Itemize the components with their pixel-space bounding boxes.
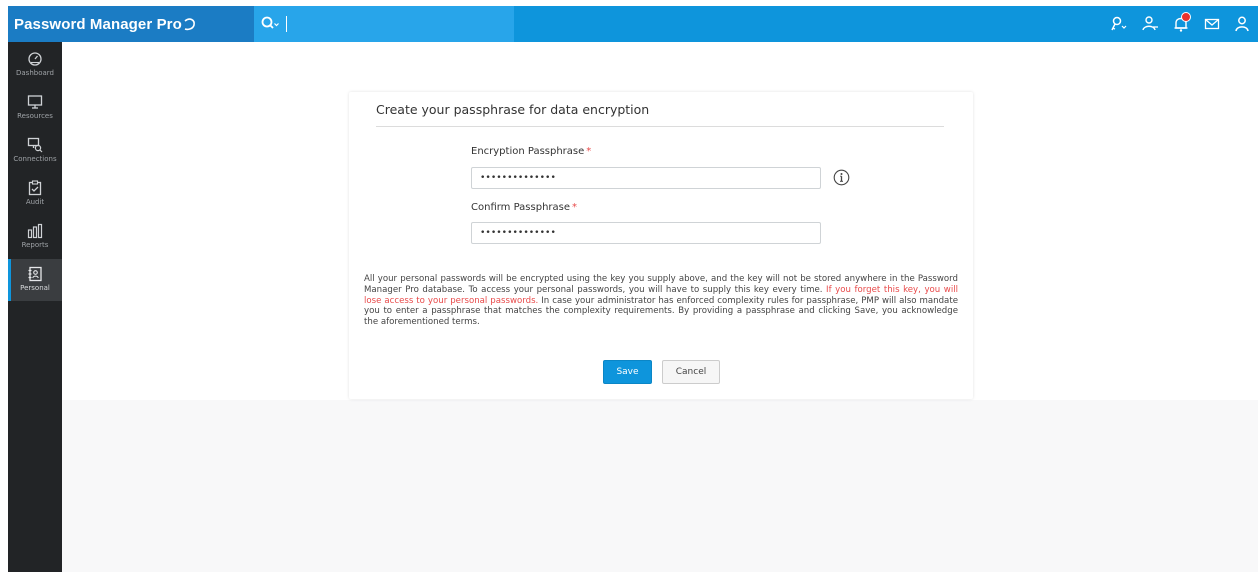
sidebar-item-label: Dashboard — [16, 69, 54, 77]
top-header: Password Manager Pro — [8, 6, 1258, 42]
sidebar-item-label: Resources — [17, 112, 53, 120]
sidebar-item-personal[interactable]: Personal — [8, 259, 62, 301]
mail-button[interactable] — [1196, 6, 1227, 42]
key-dropdown-button[interactable] — [1103, 6, 1134, 42]
confirm-label-text: Confirm Passphrase — [471, 202, 571, 213]
sidebar-item-label: Connections — [13, 155, 57, 163]
title-divider — [376, 126, 944, 127]
monitor-icon — [27, 95, 43, 109]
encryption-passphrase-label: Encryption Passphrase * — [471, 146, 591, 157]
sidebar-item-dashboard[interactable]: Dashboard — [8, 44, 62, 86]
encryption-label-text: Encryption Passphrase — [471, 146, 585, 157]
sidebar-item-label: Audit — [25, 198, 45, 206]
app-window: Password Manager Pro Dashboard Resources… — [8, 0, 1258, 572]
notifications-button[interactable] — [1165, 6, 1196, 42]
key-dropdown-icon — [1110, 16, 1126, 31]
brand-name: Password Manager Pro — [14, 15, 182, 33]
encryption-passphrase-input[interactable] — [471, 167, 821, 189]
search-icon[interactable] — [260, 15, 280, 33]
notification-badge — [1181, 12, 1191, 22]
dashboard-icon — [28, 52, 42, 66]
sidebar-item-connections[interactable]: Connections — [8, 130, 62, 172]
confirm-passphrase-input[interactable] — [471, 222, 821, 244]
user-add-button[interactable] — [1134, 6, 1165, 42]
sidebar-item-audit[interactable]: Audit — [8, 173, 62, 215]
card-title: Create your passphrase for data encrypti… — [376, 102, 650, 117]
user-add-icon — [1141, 16, 1158, 31]
passphrase-card: Create your passphrase for data encrypti… — [349, 92, 973, 399]
cancel-button[interactable]: Cancel — [662, 360, 720, 384]
personal-contact-icon — [28, 266, 42, 282]
info-icon[interactable] — [833, 169, 850, 186]
encryption-notice: All your personal passwords will be encr… — [364, 274, 958, 328]
audit-clipboard-icon — [28, 180, 42, 196]
connections-icon — [27, 137, 43, 153]
sidebar-item-reports[interactable]: Reports — [8, 216, 62, 258]
left-sidebar: Dashboard Resources Connections Audit Re… — [8, 42, 62, 572]
mail-icon — [1204, 18, 1219, 30]
user-profile-icon — [1234, 16, 1250, 32]
save-button[interactable]: Save — [603, 360, 652, 384]
confirm-passphrase-label: Confirm Passphrase * — [471, 202, 577, 213]
sidebar-item-label: Personal — [20, 284, 50, 292]
required-marker: * — [572, 202, 578, 213]
brand-swoosh-icon — [184, 18, 195, 31]
search-input-caret[interactable] — [286, 16, 287, 32]
required-marker: * — [586, 146, 592, 157]
brand-logo[interactable]: Password Manager Pro — [8, 6, 254, 42]
search-bar[interactable] — [254, 6, 514, 42]
sidebar-item-resources[interactable]: Resources — [8, 87, 62, 129]
sidebar-item-label: Reports — [21, 241, 49, 249]
user-profile-button[interactable] — [1227, 6, 1258, 42]
header-actions — [1103, 6, 1258, 42]
reports-chart-icon — [27, 223, 43, 239]
